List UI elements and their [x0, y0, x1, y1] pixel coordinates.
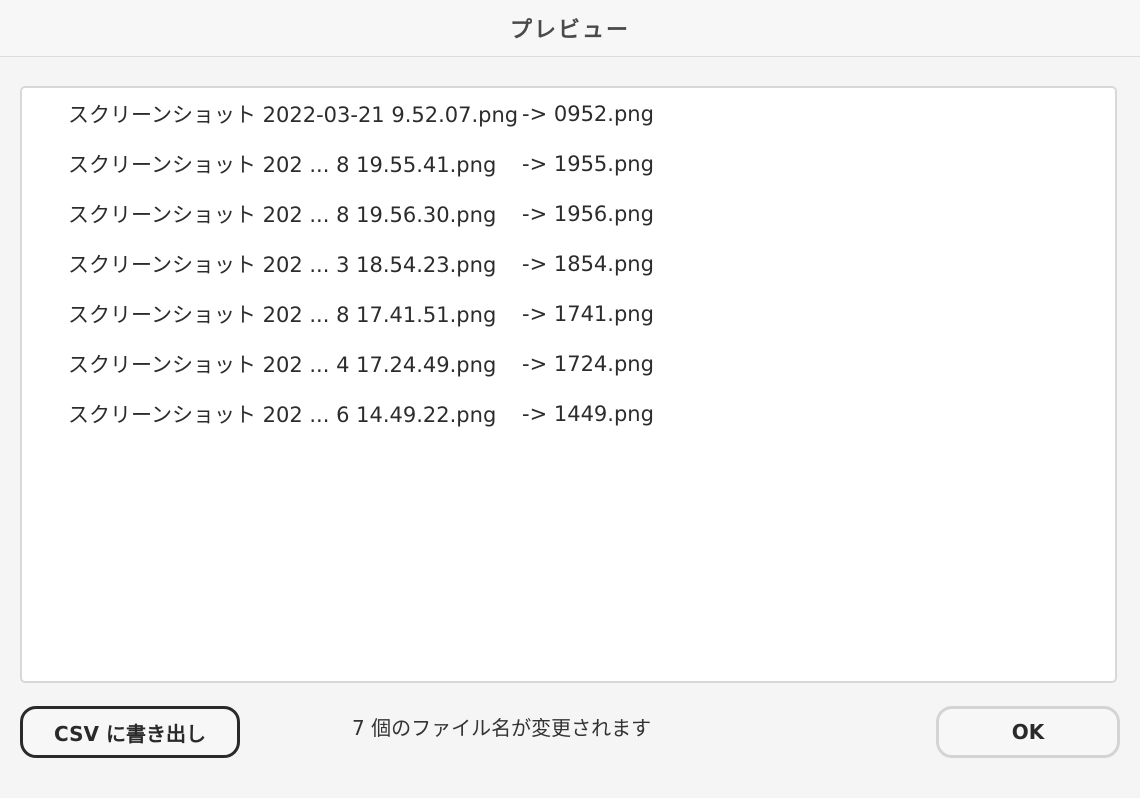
source-filename: スクリーンショット 202 ... 3 18.54.23.png — [68, 253, 497, 277]
source-filename: スクリーンショット 202 ... 6 14.49.22.png — [68, 403, 497, 427]
target-filename: -> 1724.png — [522, 352, 654, 376]
list-item[interactable]: スクリーンショット 202 ... 8 17.41.51.png -> 1741… — [68, 294, 654, 334]
list-item[interactable]: スクリーンショット 202 ... 4 17.24.49.png -> 1724… — [68, 344, 654, 384]
source-filename: スクリーンショット 202 ... 8 19.56.30.png — [68, 203, 497, 227]
preview-dialog: プレビュー スクリーンショット 2022-03-21 9.52.07.png -… — [0, 0, 1140, 798]
source-filename: スクリーンショット 202 ... 8 19.55.41.png — [68, 153, 497, 177]
source-filename: スクリーンショット 202 ... 4 17.24.49.png — [68, 353, 497, 377]
list-item[interactable]: スクリーンショット 202 ... 8 19.56.30.png -> 1956… — [68, 194, 654, 234]
target-filename: -> 1449.png — [522, 402, 654, 426]
list-item[interactable]: スクリーンショット 202 ... 3 18.54.23.png -> 1854… — [68, 244, 654, 284]
target-filename: -> 1955.png — [522, 152, 654, 176]
ok-button[interactable]: OK — [936, 706, 1120, 758]
target-filename: -> 0952.png — [522, 102, 654, 126]
source-filename: スクリーンショット 2022-03-21 9.52.07.png — [68, 103, 519, 127]
rename-count-status: 7 個のファイル名が変更されます — [352, 715, 652, 740]
target-filename: -> 1854.png — [522, 252, 654, 276]
target-filename: -> 1741.png — [522, 302, 654, 326]
dialog-title: プレビュー — [509, 18, 630, 43]
export-csv-button[interactable]: CSV に書き出し — [20, 706, 240, 758]
source-filename: スクリーンショット 202 ... 8 17.41.51.png — [68, 303, 497, 327]
list-item[interactable]: スクリーンショット 202 ... 6 14.49.22.png -> 1449… — [68, 394, 654, 434]
target-filename: -> 1956.png — [522, 202, 654, 226]
list-item[interactable]: スクリーンショット 2022-03-21 9.52.07.png -> 0952… — [68, 94, 654, 134]
dialog-title-bar: プレビュー — [0, 0, 1140, 57]
rename-preview-list[interactable]: スクリーンショット 2022-03-21 9.52.07.png -> 0952… — [20, 86, 1117, 683]
list-item[interactable]: スクリーンショット 202 ... 8 19.55.41.png -> 1955… — [68, 144, 654, 184]
